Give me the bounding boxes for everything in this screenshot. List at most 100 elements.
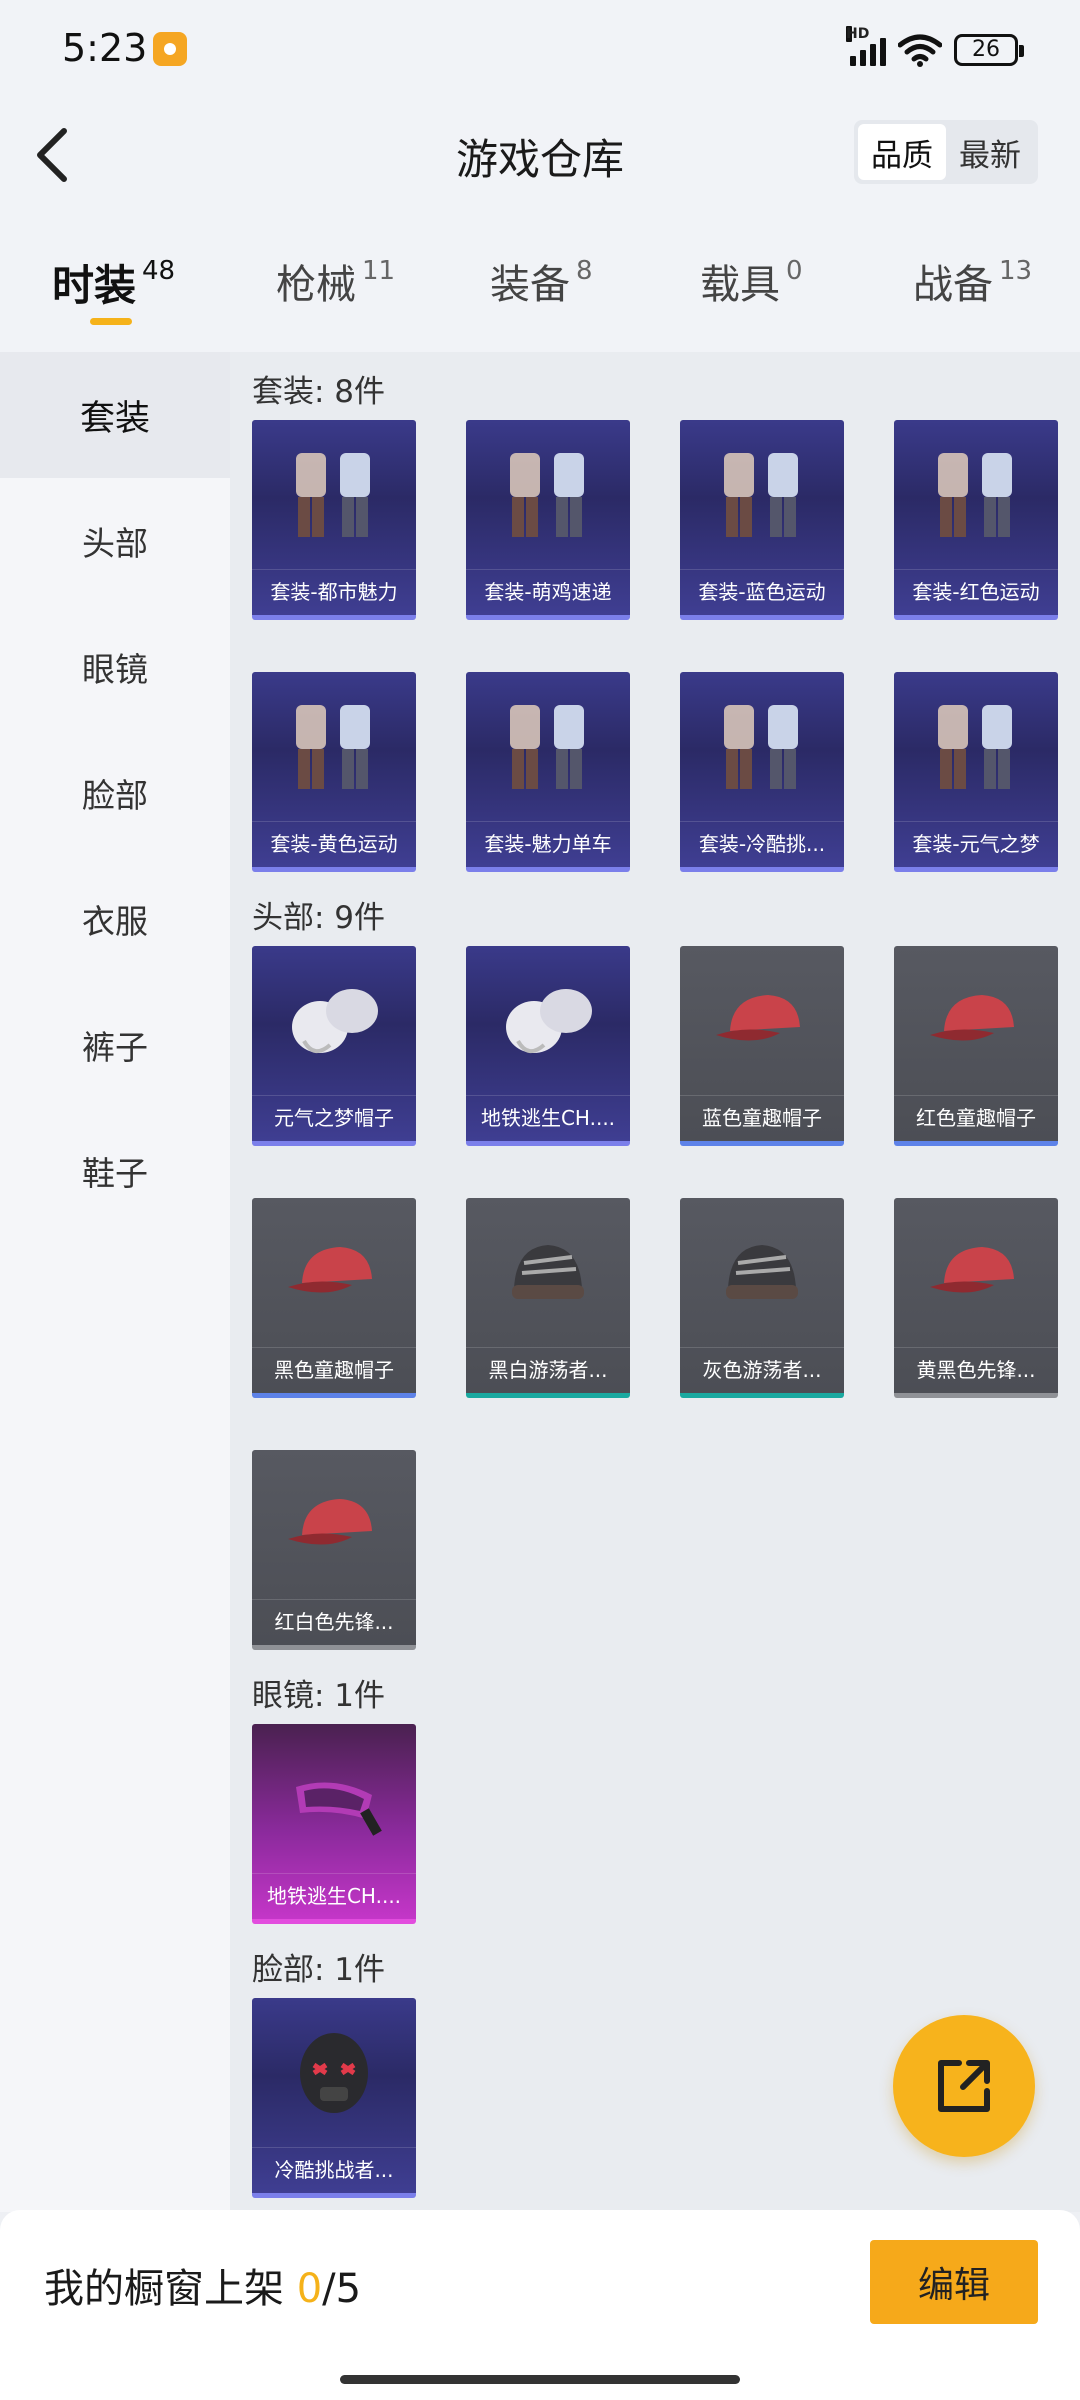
sidebar-item-face[interactable]: 脸部 (0, 730, 230, 856)
sidebar-item-pants[interactable]: 裤子 (0, 982, 230, 1108)
cap-icon (680, 946, 844, 1096)
tab-count: 48 (142, 256, 176, 286)
section-title: 脸部: 1件 (252, 1952, 386, 1988)
showcase-total: /5 (322, 2266, 362, 2312)
suit-icon (252, 672, 416, 822)
suit-icon (680, 672, 844, 822)
item-card[interactable]: 套装-萌鸡速递 (466, 420, 630, 620)
signal-icon: HD (846, 26, 886, 66)
sidebar-item-glasses[interactable]: 眼镜 (0, 604, 230, 730)
item-card[interactable]: 地铁逃生CH.... (466, 946, 630, 1146)
active-tab-indicator (90, 318, 132, 325)
item-card[interactable]: 黄黑色先锋... (894, 1198, 1058, 1398)
network-type-label: HD (846, 26, 870, 42)
sort-quality-option[interactable]: 品质 (858, 124, 946, 180)
item-card[interactable]: 黑色童趣帽子 (252, 1198, 416, 1398)
cap-icon (894, 946, 1058, 1096)
item-card[interactable]: 套装-蓝色运动 (680, 420, 844, 620)
home-indicator (340, 2375, 740, 2384)
status-time: 5:23 (62, 26, 148, 70)
sidebar: 套装 头部 眼镜 脸部 衣服 裤子 鞋子 (0, 352, 230, 2212)
tab-label: 载具 (700, 262, 780, 308)
suit-icon (466, 420, 630, 570)
item-name: 冷酷挑战者... (252, 2147, 416, 2193)
item-grid: 套装: 8件 套装-都市魅力 套装-萌鸡速递 套装-蓝色运动 套装-红色运动 套装-黄色运… (230, 352, 1080, 2212)
showcase-status: 我的橱窗上架 0/5 (44, 2256, 361, 2314)
sort-newest-option[interactable]: 最新 (946, 124, 1034, 180)
cap-icon (252, 1450, 416, 1600)
tab-count: 13 (999, 256, 1033, 286)
item-name: 套装-红色运动 (894, 569, 1058, 615)
sort-toggle: 品质 最新 (854, 120, 1038, 184)
item-name: 元气之梦帽子 (252, 1095, 416, 1141)
item-name: 套装-蓝色运动 (680, 569, 844, 615)
item-card[interactable]: 套装-红色运动 (894, 420, 1058, 620)
tab-label: 战备 (913, 262, 993, 308)
item-name: 地铁逃生CH.... (252, 1873, 416, 1919)
share-button[interactable] (893, 2015, 1035, 2157)
wifi-icon (898, 34, 942, 67)
tab-count: 11 (362, 256, 396, 286)
suit-icon (680, 420, 844, 570)
battery-icon: 26 (954, 34, 1024, 66)
sidebar-item-head[interactable]: 头部 (0, 478, 230, 604)
item-name: 套装-冷酷挑... (680, 821, 844, 867)
sidebar-item-shoes[interactable]: 鞋子 (0, 1108, 230, 1234)
tab-label: 时装 (52, 261, 137, 310)
tab-guns[interactable]: 枪械 11 (276, 252, 395, 352)
tab-vehicles[interactable]: 载具 0 (700, 252, 803, 352)
item-name: 黑白游荡者... (466, 1347, 630, 1393)
tab-equipment[interactable]: 装备 8 (490, 252, 593, 352)
item-card[interactable]: 元气之梦帽子 (252, 946, 416, 1146)
section-title: 眼镜: 1件 (252, 1678, 386, 1714)
cap-icon (894, 1198, 1058, 1348)
beanie-icon (680, 1198, 844, 1348)
tab-fashion[interactable]: 时装 48 (52, 252, 175, 352)
tab-label: 枪械 (276, 262, 356, 308)
item-name: 红白色先锋... (252, 1599, 416, 1645)
section-title: 头部: 9件 (252, 900, 386, 936)
sidebar-item-clothes[interactable]: 衣服 (0, 856, 230, 982)
item-name: 套装-元气之梦 (894, 821, 1058, 867)
item-name: 黄黑色先锋... (894, 1347, 1058, 1393)
item-card[interactable]: 灰色游荡者... (680, 1198, 844, 1398)
share-icon (938, 2060, 990, 2112)
item-card[interactable]: 红白色先锋... (252, 1450, 416, 1650)
sidebar-item-suits[interactable]: 套装 (0, 352, 230, 478)
item-card[interactable]: 套装-元气之梦 (894, 672, 1058, 872)
showcase-count: 0 (296, 2266, 323, 2312)
hair-icon (466, 946, 630, 1096)
item-card[interactable]: 黑白游荡者... (466, 1198, 630, 1398)
beanie-icon (466, 1198, 630, 1348)
status-icons: HD 26 (846, 26, 1024, 70)
edit-button[interactable]: 编辑 (870, 2240, 1038, 2324)
mask-icon (252, 1998, 416, 2148)
item-card[interactable]: 红色童趣帽子 (894, 946, 1058, 1146)
item-name: 灰色游荡者... (680, 1347, 844, 1393)
hair-icon (252, 946, 416, 1096)
item-name: 套装-黄色运动 (252, 821, 416, 867)
cap-icon (252, 1198, 416, 1348)
tab-count: 8 (576, 256, 593, 286)
app-notification-icon (153, 32, 187, 66)
showcase-label: 我的橱窗上架 (44, 2266, 284, 2312)
suit-icon (894, 420, 1058, 570)
tab-count: 0 (786, 256, 803, 286)
item-name: 红色童趣帽子 (894, 1095, 1058, 1141)
tab-supplies[interactable]: 战备 13 (913, 252, 1032, 352)
category-tabs: 时装 48 枪械 11 装备 8 载具 0 战备 13 (0, 252, 1080, 352)
item-card[interactable]: 套装-黄色运动 (252, 672, 416, 872)
item-card[interactable]: 套装-冷酷挑... (680, 672, 844, 872)
item-name: 套装-都市魅力 (252, 569, 416, 615)
suit-icon (252, 420, 416, 570)
item-card[interactable]: 地铁逃生CH.... (252, 1724, 416, 1924)
item-card[interactable]: 冷酷挑战者... (252, 1998, 416, 2198)
item-name: 蓝色童趣帽子 (680, 1095, 844, 1141)
item-name: 套装-魅力单车 (466, 821, 630, 867)
item-card[interactable]: 套装-都市魅力 (252, 420, 416, 620)
item-name: 地铁逃生CH.... (466, 1095, 630, 1141)
item-name: 黑色童趣帽子 (252, 1347, 416, 1393)
item-name: 套装-萌鸡速递 (466, 569, 630, 615)
item-card[interactable]: 套装-魅力单车 (466, 672, 630, 872)
item-card[interactable]: 蓝色童趣帽子 (680, 946, 844, 1146)
